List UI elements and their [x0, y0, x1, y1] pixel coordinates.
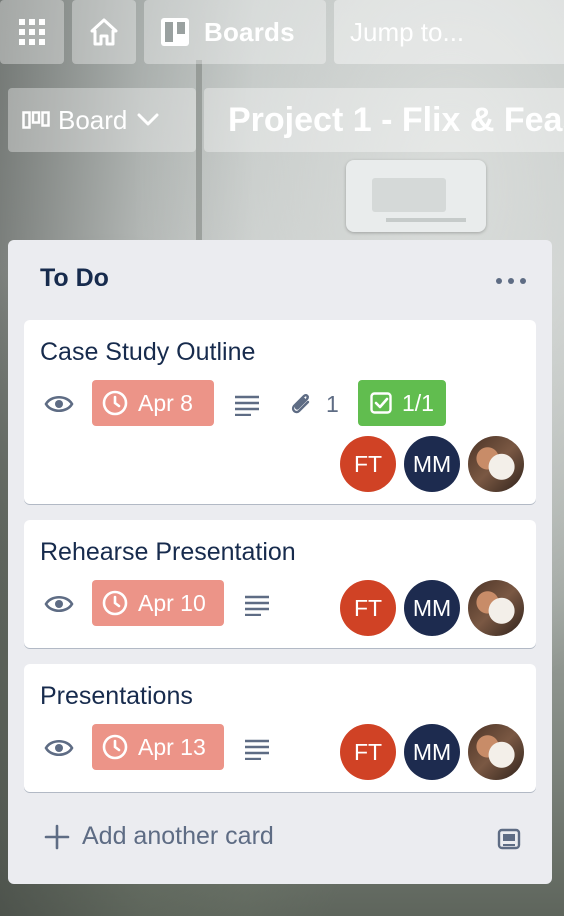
- card-title: Rehearse Presentation: [40, 538, 296, 566]
- search-input[interactable]: Jump to...: [334, 0, 564, 64]
- card-template-icon[interactable]: [496, 826, 522, 852]
- search-placeholder: Jump to...: [350, 16, 465, 47]
- clock-icon: [102, 590, 128, 616]
- background-thermostat: [346, 160, 486, 232]
- apps-button[interactable]: [0, 0, 64, 64]
- clock-icon: [102, 390, 128, 416]
- avatar-photo[interactable]: [468, 724, 524, 780]
- avatar-mm[interactable]: MM: [404, 724, 460, 780]
- boards-label: Boards: [204, 16, 295, 47]
- avatar-mm[interactable]: MM: [404, 436, 460, 492]
- clock-icon: [102, 734, 128, 760]
- watching-eye-icon: [44, 739, 74, 757]
- checklist-count: 1/1: [402, 389, 434, 416]
- home-icon: [90, 18, 118, 46]
- attachments-count: 1: [326, 390, 339, 417]
- description-icon: [245, 739, 269, 760]
- apps-grid-icon: [19, 19, 45, 45]
- due-date-text: Apr 13: [138, 733, 206, 760]
- due-date-text: Apr 10: [138, 589, 206, 616]
- watching-eye-icon: [44, 595, 74, 613]
- description-icon: [245, 595, 269, 616]
- checklist-badge: 1/1: [358, 380, 446, 426]
- home-button[interactable]: [72, 0, 136, 64]
- list-todo: To Do Case Study Outline Apr 8 1 1/1 FT …: [8, 240, 552, 884]
- plus-icon: [44, 824, 70, 849]
- paperclip-icon: [291, 394, 310, 414]
- card-rehearse-presentation[interactable]: Rehearse Presentation Apr 10 FT MM: [24, 520, 536, 648]
- chevron-down-icon: [137, 113, 159, 126]
- avatar-photo[interactable]: [468, 436, 524, 492]
- boards-button[interactable]: Boards: [144, 0, 326, 64]
- avatar-photo[interactable]: [468, 580, 524, 636]
- add-card-button[interactable]: Add another card: [44, 822, 274, 851]
- attachments-badge: 1: [288, 390, 339, 418]
- checkbox-icon: [370, 392, 392, 414]
- card-presentations[interactable]: Presentations Apr 13 FT MM: [24, 664, 536, 792]
- card-case-study-outline[interactable]: Case Study Outline Apr 8 1 1/1 FT MM: [24, 320, 536, 504]
- list-menu-button[interactable]: [496, 278, 526, 286]
- due-date-badge[interactable]: Apr 10: [92, 580, 224, 626]
- avatar-ft[interactable]: FT: [340, 436, 396, 492]
- due-date-badge[interactable]: Apr 13: [92, 724, 224, 770]
- card-title: Presentations: [40, 682, 193, 710]
- board-title-button[interactable]: Project 1 - Flix & Feast: [204, 88, 564, 152]
- board-view-icon: [22, 111, 50, 129]
- description-icon: [235, 395, 259, 416]
- watching-eye-icon: [44, 395, 74, 413]
- list-title[interactable]: To Do: [40, 264, 109, 293]
- background-pipe: [196, 60, 202, 250]
- board-view-switcher[interactable]: Board: [8, 88, 196, 152]
- avatar-ft[interactable]: FT: [340, 724, 396, 780]
- card-title: Case Study Outline: [40, 338, 256, 366]
- add-card-label: Add another card: [82, 822, 274, 850]
- due-date-badge[interactable]: Apr 8: [92, 380, 214, 426]
- board-view-label: Board: [58, 104, 128, 135]
- board-title: Project 1 - Flix & Feast: [228, 100, 564, 139]
- due-date-text: Apr 8: [138, 389, 193, 416]
- boards-icon: [161, 18, 189, 46]
- avatar-mm[interactable]: MM: [404, 580, 460, 636]
- avatar-ft[interactable]: FT: [340, 580, 396, 636]
